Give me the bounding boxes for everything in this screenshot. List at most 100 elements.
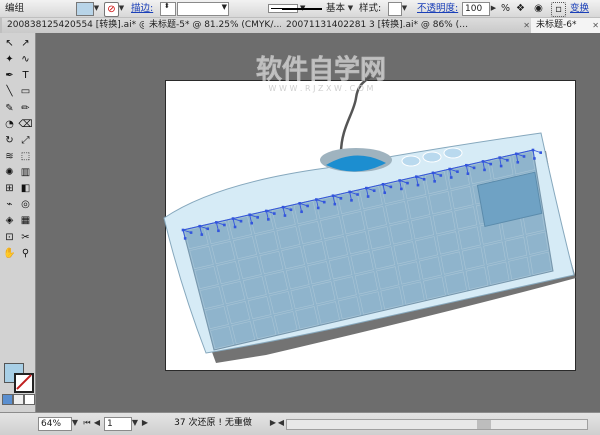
key: [389, 221, 413, 245]
first-artboard-icon[interactable]: ⏮: [82, 417, 92, 429]
zoom-level-field[interactable]: 64%: [38, 417, 72, 431]
line-tool[interactable]: ╲: [2, 85, 17, 98]
key: [252, 316, 277, 340]
key: [226, 301, 251, 325]
stroke-color-swatch[interactable]: [14, 373, 34, 393]
opacity-field[interactable]: 100: [462, 2, 490, 16]
color-mode-icon[interactable]: [2, 394, 13, 405]
tab-label: 未标题-6*: [536, 20, 577, 30]
symbol-sprayer-tool[interactable]: ✺: [2, 166, 17, 179]
pencil-tool[interactable]: ✏: [18, 102, 33, 115]
column-graph-tool[interactable]: ▥: [18, 166, 33, 179]
fill-dropdown-arrow[interactable]: ▼: [92, 2, 101, 14]
warp-tool[interactable]: ≋: [2, 150, 17, 163]
opacity-dropdown-arrow[interactable]: ▶: [489, 2, 498, 14]
rotate-tool[interactable]: ↻: [2, 134, 17, 147]
key: [269, 291, 293, 315]
key: [211, 240, 236, 265]
selection-tool[interactable]: ↖: [2, 37, 17, 50]
scale-tool[interactable]: ⤢: [18, 134, 33, 147]
recolor-artwork-icon[interactable]: ❖: [514, 2, 527, 15]
key: [415, 236, 439, 260]
anchor-point: [506, 158, 509, 162]
key: [249, 210, 274, 235]
slice-tool[interactable]: ✂: [18, 231, 33, 244]
transform-link[interactable]: 变换: [570, 0, 589, 17]
key: [337, 296, 362, 320]
key: [184, 225, 209, 250]
tab-document-3[interactable]: 20071131402281 3 [转换].ai* @ 86% (… ✕: [281, 18, 535, 33]
key: [526, 231, 549, 255]
scrollbar-thumb[interactable]: [477, 420, 491, 429]
stroke-label-link[interactable]: 描边:: [131, 0, 153, 17]
stroke-weight-stepper[interactable]: ⬍: [160, 2, 176, 16]
rectangle-tool[interactable]: ▭: [18, 85, 33, 98]
live-paint-selection-tool[interactable]: ▦: [18, 214, 33, 227]
key: [465, 266, 489, 290]
anchor-point: [472, 166, 476, 170]
eyedropper-tool[interactable]: ⌁: [2, 198, 17, 211]
anchor-point: [183, 237, 187, 240]
document-setup-icon[interactable]: ◉: [532, 2, 545, 15]
gradient-mode-icon[interactable]: [13, 394, 24, 405]
close-icon[interactable]: ✕: [592, 18, 599, 33]
key: [285, 266, 310, 290]
live-paint-bucket-tool[interactable]: ◈: [2, 214, 17, 227]
pen-tool[interactable]: ✒: [2, 69, 17, 82]
tab-document-1[interactable]: 200838125420554 [转换].ai* @ 74% (…: [2, 18, 148, 33]
anchor-point: [250, 221, 253, 225]
magic-wand-tool[interactable]: ✦: [2, 53, 17, 66]
key: [346, 231, 370, 255]
brush-stroke-preview[interactable]: [282, 8, 322, 10]
stroke-dropdown-arrow[interactable]: ▼: [117, 2, 126, 14]
key: [237, 255, 262, 280]
brush-dropdown-arrow[interactable]: ▼: [346, 2, 355, 14]
blob-brush-tool[interactable]: ◔: [2, 118, 17, 131]
key: [295, 306, 319, 330]
tab-document-4-active[interactable]: 未标题-6* ✕: [531, 18, 600, 33]
key: [242, 276, 267, 300]
artboard-dropdown-arrow-icon[interactable]: ▼: [130, 417, 140, 429]
lasso-tool[interactable]: ∿: [18, 53, 33, 66]
key: [354, 271, 379, 295]
type-tool[interactable]: T: [18, 69, 33, 82]
watermark-title: 软件自学网: [256, 54, 386, 85]
gradient-tool[interactable]: ◧: [18, 182, 33, 195]
tab-document-2[interactable]: 未标题-5* @ 81.25% (CMYK/…: [144, 18, 285, 33]
key: [319, 215, 344, 240]
key: [402, 175, 427, 200]
blend-tool[interactable]: ◎: [18, 198, 33, 211]
anchor-point: [372, 189, 376, 193]
key: [436, 231, 460, 255]
horizontal-scrollbar[interactable]: [286, 419, 588, 430]
keyboard-artwork[interactable]: 软件自学网 W W W . R J Z X W . C O M: [36, 33, 600, 412]
key: [401, 281, 425, 305]
artboard-tool[interactable]: ⊡: [2, 231, 17, 244]
anchor-point: [239, 219, 243, 223]
anchor-point: [256, 216, 259, 219]
artboard-number-field[interactable]: 1: [104, 417, 132, 431]
zoom-tool[interactable]: ⚲: [18, 247, 33, 260]
anchor-point: [289, 208, 293, 212]
opacity-label-link[interactable]: 不透明度:: [417, 0, 458, 17]
hand-tool[interactable]: ✋: [2, 247, 17, 260]
key: [341, 211, 366, 235]
scroll-left-icon[interactable]: ◀: [276, 417, 286, 429]
free-transform-tool[interactable]: ⬚: [18, 150, 33, 163]
stroke-weight-field[interactable]: ▼: [177, 2, 229, 16]
graphic-style-dropdown-arrow[interactable]: ▼: [400, 2, 409, 14]
document-canvas[interactable]: 软件自学网 W W W . R J Z X W . C O M: [36, 33, 600, 412]
align-icon[interactable]: ▫: [551, 2, 566, 17]
zoom-dropdown-arrow-icon[interactable]: ▼: [70, 417, 80, 429]
key: [281, 246, 305, 270]
none-mode-icon[interactable]: [24, 394, 35, 405]
prev-artboard-icon[interactable]: ◀: [92, 417, 102, 429]
close-icon[interactable]: ✕: [523, 18, 530, 33]
mesh-tool[interactable]: ⊞: [2, 182, 17, 195]
next-artboard-icon[interactable]: ▶: [140, 417, 150, 429]
direct-selection-tool[interactable]: ↗: [18, 37, 33, 50]
key: [194, 265, 219, 290]
paintbrush-tool[interactable]: ✎: [2, 102, 17, 115]
anchor-point: [522, 155, 526, 158]
eraser-tool[interactable]: ⌫: [18, 118, 33, 131]
